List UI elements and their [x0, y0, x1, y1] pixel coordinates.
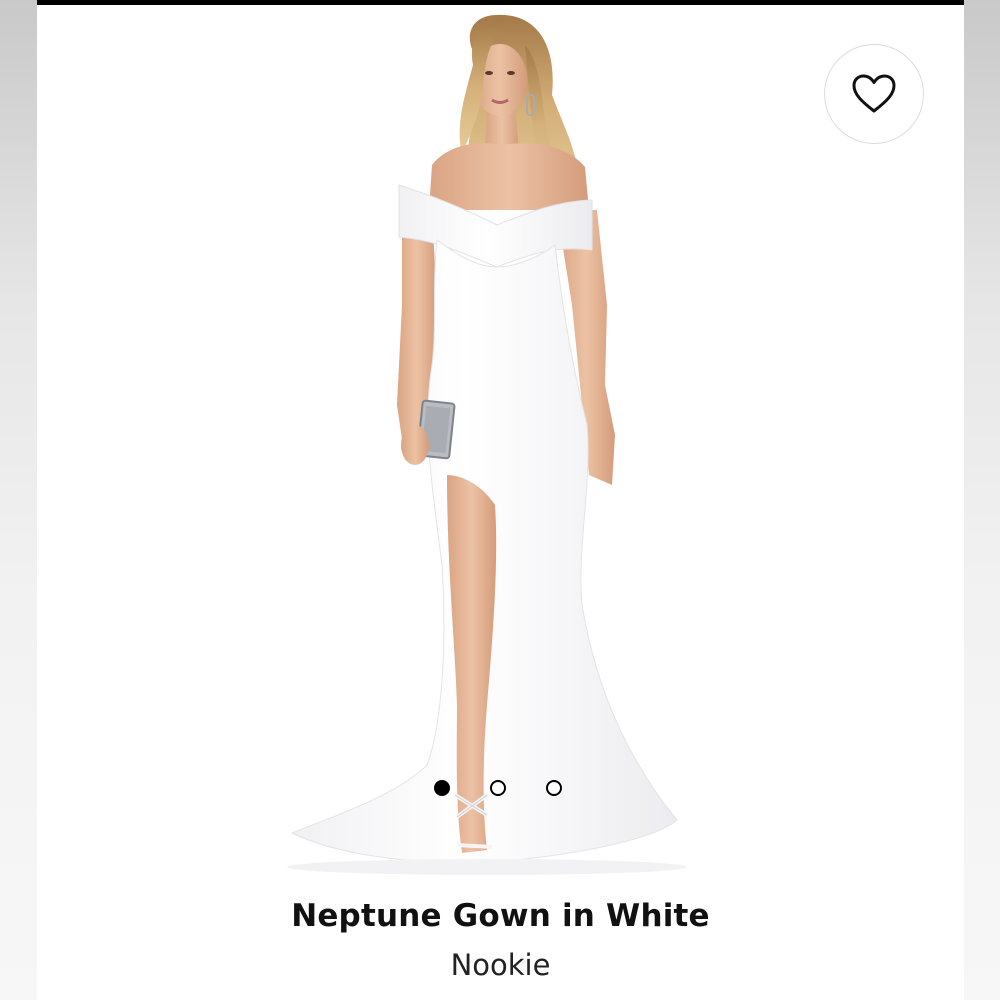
carousel-dot-3[interactable]: [546, 780, 562, 796]
carousel-dot-1[interactable]: [434, 780, 450, 796]
model-wearing-gown-illustration: [287, 14, 687, 875]
product-brand[interactable]: Nookie: [37, 948, 964, 982]
favorite-button[interactable]: [824, 44, 924, 144]
product-card: Neptune Gown in White Nookie: [37, 0, 964, 1000]
left-backdrop: [0, 0, 37, 1000]
right-backdrop: [964, 0, 1000, 1000]
product-title[interactable]: Neptune Gown in White: [37, 898, 964, 934]
heart-outline-icon: [852, 74, 896, 113]
product-image[interactable]: [37, 5, 964, 885]
image-carousel-indicators: [434, 780, 574, 800]
carousel-dot-2[interactable]: [490, 780, 506, 796]
